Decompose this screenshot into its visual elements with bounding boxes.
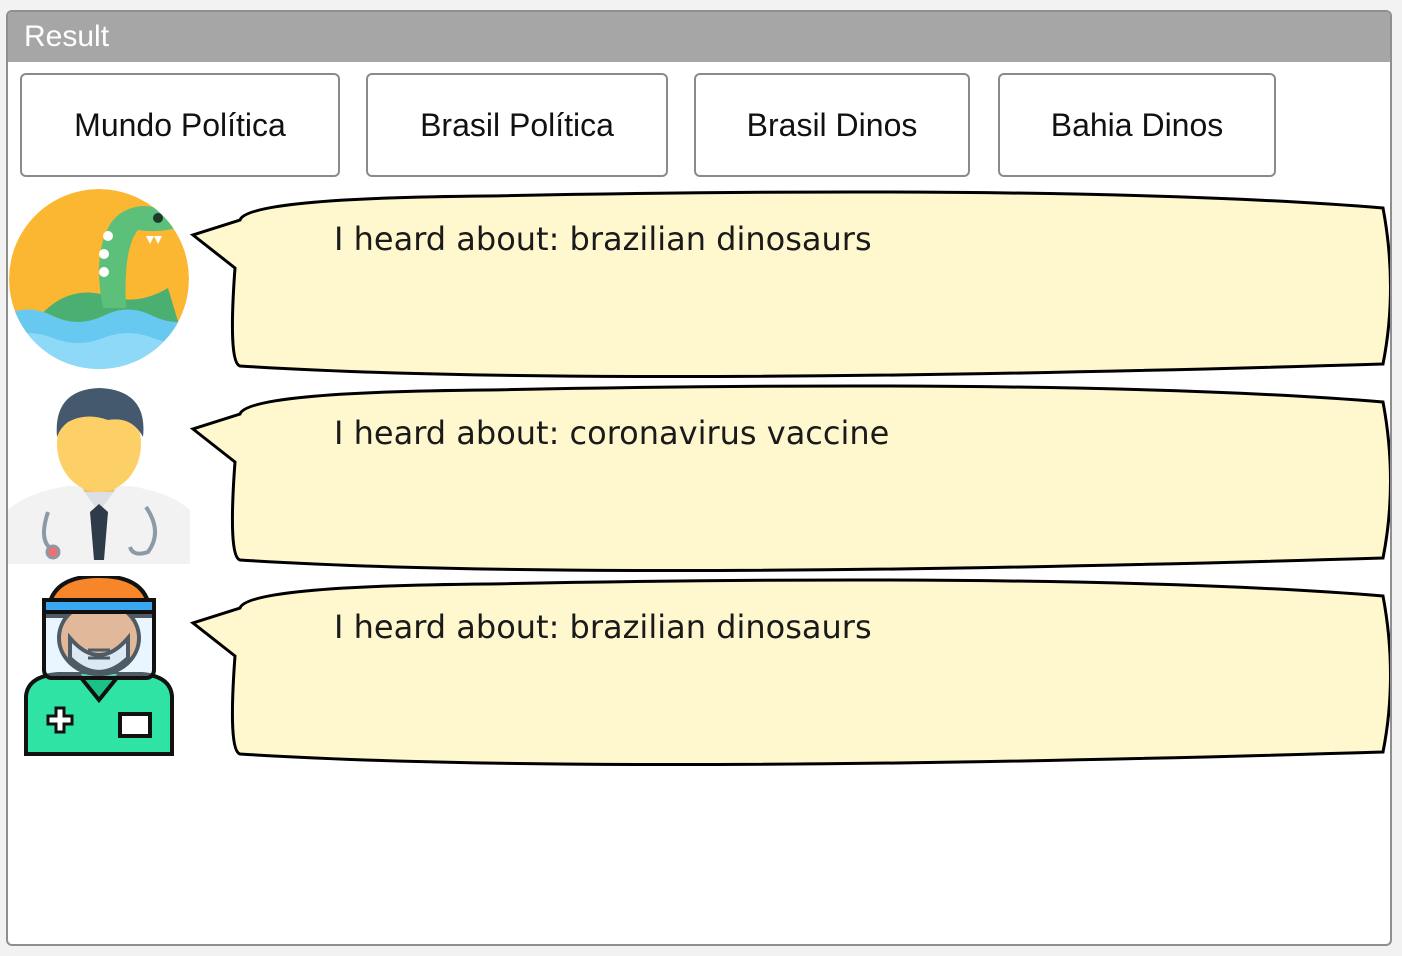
speech-bubble (189, 190, 1390, 379)
message-row: I heard about: coronavirus vaccine (8, 382, 1390, 576)
topic-button-bahia-dinos[interactable]: Bahia Dinos (998, 73, 1276, 177)
topic-button-brasil-dinos[interactable]: Brasil Dinos (694, 73, 970, 177)
speech-bubble (189, 578, 1390, 767)
result-panel: Result Mundo Política Brasil Política Br… (6, 10, 1392, 946)
doctor-icon (8, 388, 190, 564)
message-text: I heard about: coronavirus vaccine (334, 414, 890, 452)
topic-button-mundo-politica[interactable]: Mundo Política (20, 73, 340, 177)
panel-title: Result (24, 20, 110, 53)
message-text: I heard about: brazilian dinosaurs (334, 608, 872, 646)
nurse-face-shield-icon (24, 576, 174, 756)
message-row: I heard about: brazilian dinosaurs (8, 188, 1390, 382)
message-text: I heard about: brazilian dinosaurs (334, 220, 872, 258)
message-row: I heard about: brazilian dinosaurs (8, 576, 1390, 770)
topic-button-brasil-politica[interactable]: Brasil Política (366, 73, 668, 177)
panel-header: Result (8, 12, 1390, 62)
dinosaur-icon (9, 189, 189, 369)
speech-bubble (189, 384, 1390, 573)
